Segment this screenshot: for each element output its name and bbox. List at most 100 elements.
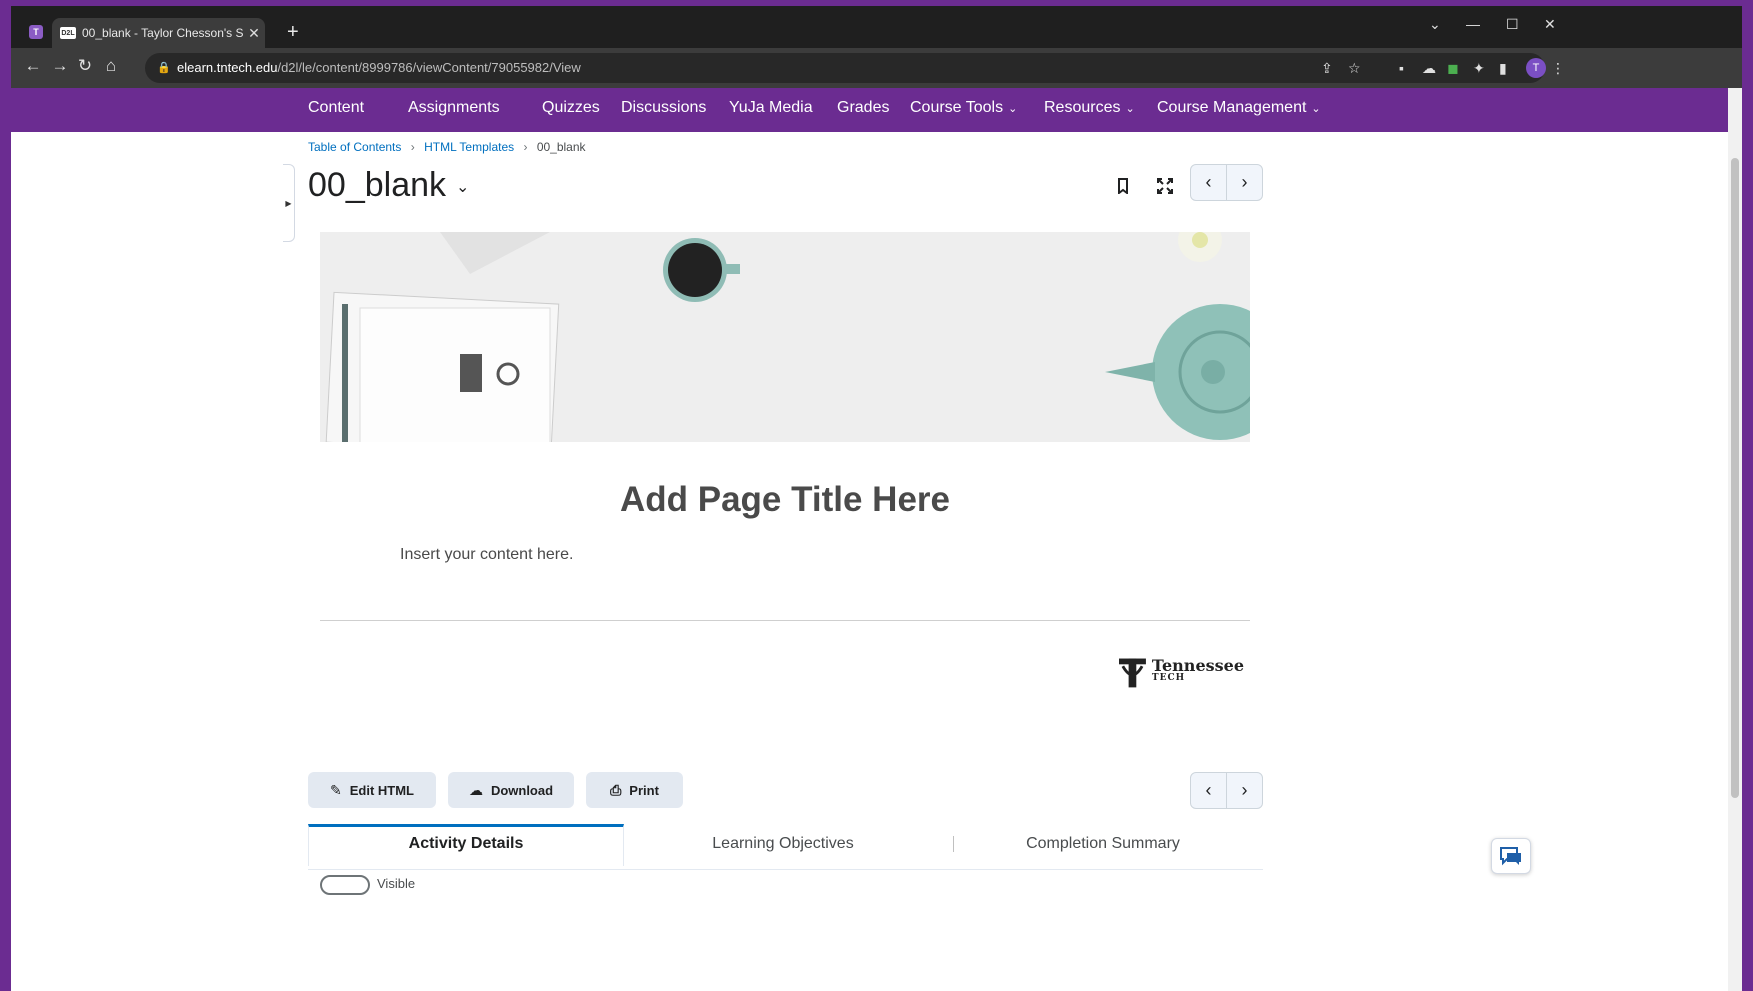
tab-search-icon[interactable]: ⌄ [1429, 16, 1441, 33]
logo-line-1: Tennessee [1151, 656, 1244, 675]
visibility-toggle[interactable] [320, 875, 370, 895]
back-icon[interactable]: ← [21, 56, 45, 76]
side-panel-icon[interactable]: ▮ [1499, 60, 1507, 77]
nav-content[interactable]: Content [308, 99, 364, 117]
tennessee-tech-emblem-icon [1119, 658, 1146, 688]
pencil-icon: ✎ [330, 781, 342, 798]
banner-image [320, 232, 1250, 442]
tab-completion-summary[interactable]: Completion Summary [944, 824, 1262, 864]
close-tab-icon[interactable]: ✕ [243, 25, 265, 42]
content-body-text: Insert your content here. [400, 546, 574, 563]
new-tab-icon[interactable]: + [287, 21, 299, 44]
cloud-download-icon: ☁ [468, 781, 483, 798]
bookmark-svg [1118, 178, 1128, 195]
previous-topic-button[interactable]: ‹ [1191, 165, 1227, 200]
extension-icon[interactable]: ▪ [1399, 60, 1404, 76]
download-button[interactable]: ☁ Download [448, 772, 574, 808]
bookmark-star-icon[interactable]: ☆ [1348, 60, 1361, 77]
chevron-down-icon: ⌄ [456, 179, 470, 197]
nav-course-management[interactable]: Course Management ⌄ [1157, 99, 1321, 117]
fullscreen-icon[interactable] [1150, 174, 1180, 204]
bookmark-icon[interactable] [1108, 174, 1138, 204]
share-icon[interactable]: ⇪ [1321, 60, 1333, 77]
reload-icon[interactable]: ↻ [73, 56, 97, 76]
url-path: /d2l/le/content/8999786/viewContent/7905… [277, 60, 581, 75]
url-host: elearn.tntech.edu [177, 60, 278, 75]
puzzle-extensions-icon[interactable]: ✦ [1473, 60, 1485, 77]
nav-quizzes[interactable]: Quizzes [542, 99, 600, 117]
breadcrumb-table-of-contents[interactable]: Table of Contents [308, 140, 401, 154]
breadcrumb-html-templates[interactable]: HTML Templates [424, 140, 514, 154]
nav-assignments[interactable]: Assignments [408, 99, 500, 117]
address-bar[interactable]: 🔒 elearn.tntech.edu/d2l/le/content/89997… [145, 53, 1545, 83]
close-window-icon[interactable]: ✕ [1544, 16, 1556, 33]
nav-label: Assignments [408, 99, 500, 116]
home-icon[interactable]: ⌂ [99, 56, 123, 76]
tab-activity-details[interactable]: Activity Details [308, 824, 624, 866]
next-topic-button[interactable]: › [1227, 165, 1262, 200]
page-title[interactable]: 00_blank ⌄ [308, 166, 469, 205]
scrollbar-thumb[interactable] [1731, 158, 1739, 798]
expand-sidebar-toggle[interactable]: ▶ [283, 164, 295, 242]
lock-icon[interactable]: 🔒 [157, 53, 171, 83]
edit-html-button[interactable]: ✎ Edit HTML [308, 772, 436, 808]
forward-icon[interactable]: → [48, 56, 72, 76]
nav-label: Discussions [621, 99, 707, 116]
tab-learning-objectives[interactable]: Learning Objectives [625, 824, 941, 864]
nav-label: Course Tools [910, 99, 1004, 116]
browser-window: T D2L 00_blank - Taylor Chesson's San ✕ … [11, 6, 1742, 991]
nav-label: Quizzes [542, 99, 600, 116]
nav-label: YuJa Media [729, 99, 813, 116]
download-label: Download [490, 782, 554, 798]
chevron-right-icon: › [523, 140, 528, 154]
logo-wordmark: Tennessee TECH [1151, 656, 1244, 684]
chevron-down-icon: ⌄ [1008, 103, 1018, 115]
previous-topic-button[interactable]: ‹ [1191, 773, 1227, 808]
tennessee-tech-logo: Tennessee TECH [1119, 654, 1244, 690]
nav-resources[interactable]: Resources ⌄ [1044, 99, 1135, 117]
print-label: Print [629, 782, 659, 798]
browser-tab[interactable]: D2L 00_blank - Taylor Chesson's San ✕ [52, 18, 265, 48]
content-heading: Add Page Title Here [619, 480, 950, 519]
printer-icon: ⎙ [610, 781, 622, 798]
nav-course-tools[interactable]: Course Tools ⌄ [910, 99, 1017, 117]
nav-label: Resources [1044, 99, 1121, 116]
chevron-down-icon: ⌄ [1311, 103, 1321, 115]
print-button[interactable]: ⎙ Print [586, 772, 683, 808]
activity-tabs: Activity Details Learning Objectives Com… [308, 824, 1263, 870]
profile-avatar[interactable]: T [1526, 58, 1546, 78]
maximize-icon[interactable]: ☐ [1506, 16, 1519, 33]
course-navbar: Content Assignments Quizzes Discussions … [11, 88, 1742, 132]
page-title-text: 00_blank [308, 166, 447, 204]
cloud-extension-icon[interactable]: ☁ [1422, 60, 1436, 77]
nav-grades[interactable]: Grades [837, 99, 889, 117]
nav-label: Course Management [1157, 99, 1307, 116]
caret-right-icon: ▶ [285, 198, 292, 208]
next-topic-button[interactable]: › [1227, 773, 1262, 808]
tab-strip: T D2L 00_blank - Taylor Chesson's San ✕ … [11, 6, 1742, 48]
tab-favicon-icon: D2L [60, 27, 76, 39]
chevron-down-icon: ⌄ [1125, 103, 1135, 115]
minimize-icon[interactable]: — [1466, 16, 1480, 32]
tab-title: 00_blank - Taylor Chesson's San [82, 26, 243, 40]
visibility-label: Visible [377, 876, 416, 891]
fullscreen-svg [1157, 178, 1173, 194]
shield-extension-icon[interactable]: ◼ [1447, 60, 1459, 77]
nav-label: Content [308, 99, 365, 116]
chat-button[interactable] [1491, 838, 1531, 874]
chat-icon [1500, 847, 1521, 866]
app-menu-icon[interactable]: T [29, 25, 43, 39]
nav-label: Grades [837, 99, 890, 116]
nav-yuja-media[interactable]: YuJa Media [729, 99, 813, 117]
page-scrollbar[interactable] [1728, 88, 1742, 991]
breadcrumb: Table of Contents › HTML Templates › 00_… [308, 140, 586, 154]
edit-html-label: Edit HTML [349, 782, 414, 798]
breadcrumb-current: 00_blank [536, 140, 586, 154]
nav-discussions[interactable]: Discussions [621, 99, 706, 117]
content-divider [320, 620, 1250, 621]
desk-illustration [320, 232, 1250, 442]
chevron-right-icon: › [410, 140, 415, 154]
browser-toolbar: ← → ↻ ⌂ 🔒 elearn.tntech.edu/d2l/le/conte… [11, 48, 1742, 88]
top-pager: ‹ › [1190, 164, 1263, 201]
browser-menu-icon[interactable]: ⋮ [1551, 60, 1565, 77]
